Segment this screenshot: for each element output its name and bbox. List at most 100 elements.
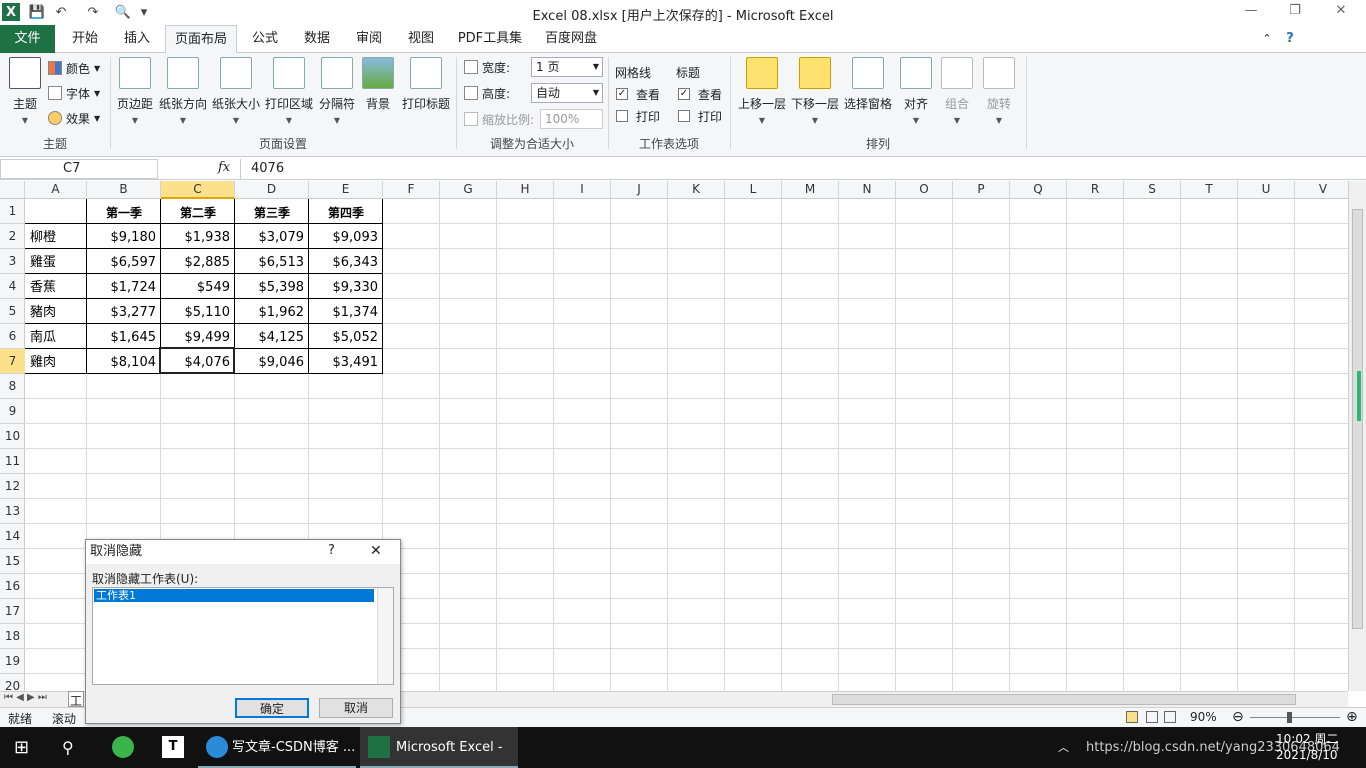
column-header-i[interactable]: I <box>554 181 611 199</box>
row-header-13[interactable]: 13 <box>0 499 25 524</box>
row-label-cell[interactable]: 豬肉 <box>25 299 87 324</box>
row-label-cell[interactable]: 香蕉 <box>25 274 87 299</box>
tab-pdf-tools[interactable]: PDF工具集 <box>452 25 528 53</box>
headings-print-checkbox[interactable]: 打印 <box>678 106 722 126</box>
theme-effects-button[interactable]: 效果 ▼ <box>48 108 100 128</box>
gridlines-print-checkbox[interactable]: 打印 <box>616 106 660 126</box>
zoom-level[interactable]: 90% <box>1190 710 1217 724</box>
column-header-g[interactable]: G <box>440 181 497 199</box>
normal-view-icon[interactable] <box>1126 711 1138 723</box>
row-header-4[interactable]: 4 <box>0 274 25 299</box>
tab-page-layout[interactable]: 页面布局 <box>165 25 237 54</box>
row-header-10[interactable]: 10 <box>0 424 25 449</box>
row-header-16[interactable]: 16 <box>0 574 25 599</box>
headings-view-checkbox[interactable]: ✓ 查看 <box>678 84 722 104</box>
sheet-list[interactable]: 工作表1 <box>92 587 394 685</box>
header-cell[interactable]: 第二季 <box>161 199 235 224</box>
breaks-button[interactable]: 分隔符 ▼ <box>317 57 357 125</box>
row-header-18[interactable]: 18 <box>0 624 25 649</box>
app-icon[interactable] <box>112 736 134 758</box>
name-box[interactable]: C7 <box>0 159 158 179</box>
clock-time[interactable]: 10:02 周二 <box>1276 730 1338 747</box>
taskbar-item-csdn[interactable]: 写文章-CSDN博客 ... <box>198 727 356 768</box>
zoom-slider[interactable] <box>1250 717 1340 718</box>
value-cell[interactable]: $9,046 <box>235 349 309 374</box>
minimize-button[interactable]: — <box>1236 3 1266 23</box>
row-header-11[interactable]: 11 <box>0 449 25 474</box>
value-cell[interactable]: $8,104 <box>87 349 161 374</box>
value-cell[interactable]: $5,398 <box>235 274 309 299</box>
selection-pane-button[interactable]: 选择窗格 <box>842 57 894 112</box>
row-header-14[interactable]: 14 <box>0 524 25 549</box>
column-header-t[interactable]: T <box>1181 181 1238 199</box>
tab-review[interactable]: 审阅 <box>346 25 392 53</box>
vertical-scrollbar[interactable] <box>1348 181 1366 691</box>
print-area-button[interactable]: 打印区域 ▼ <box>263 57 315 125</box>
column-header-r[interactable]: R <box>1067 181 1124 199</box>
size-button[interactable]: 纸张大小 ▼ <box>210 57 262 125</box>
zoom-in-icon[interactable]: ⊕ <box>1346 709 1358 725</box>
background-button[interactable]: 背景 <box>360 57 396 112</box>
value-cell[interactable]: $1,962 <box>235 299 309 324</box>
scale-spinner[interactable]: 100% <box>540 109 603 129</box>
value-cell[interactable]: $4,125 <box>235 324 309 349</box>
row-header-6[interactable]: 6 <box>0 324 25 349</box>
tab-baidu-netdisk[interactable]: 百度网盘 <box>536 25 606 53</box>
tab-data[interactable]: 数据 <box>294 25 340 53</box>
column-header-v[interactable]: V <box>1295 181 1352 199</box>
header-cell[interactable]: 第三季 <box>235 199 309 224</box>
value-cell[interactable]: $6,343 <box>309 249 383 274</box>
row-label-cell[interactable]: 雞蛋 <box>25 249 87 274</box>
value-cell[interactable]: $5,110 <box>161 299 235 324</box>
column-header-f[interactable]: F <box>383 181 440 199</box>
zoom-slider-thumb[interactable] <box>1287 712 1292 723</box>
row-header-15[interactable]: 15 <box>0 549 25 574</box>
row-header-5[interactable]: 5 <box>0 299 25 324</box>
theme-button[interactable]: 主题 ▼ <box>6 57 44 125</box>
row-label-cell[interactable]: 南瓜 <box>25 324 87 349</box>
value-cell[interactable]: $6,513 <box>235 249 309 274</box>
theme-fonts-button[interactable]: 字体 ▼ <box>48 83 100 103</box>
taskbar-item-excel[interactable]: Microsoft Excel - ... <box>360 727 518 768</box>
tab-file[interactable]: 文件 <box>0 25 55 53</box>
tab-view[interactable]: 视图 <box>398 25 444 53</box>
rotate-button[interactable]: 旋转 ▼ <box>982 57 1016 125</box>
value-cell[interactable]: $9,180 <box>87 224 161 249</box>
value-cell[interactable]: $3,079 <box>235 224 309 249</box>
list-item[interactable]: 工作表1 <box>93 588 375 603</box>
tray-chevron-icon[interactable]: ︿ <box>1058 727 1069 768</box>
close-button[interactable]: ✕ <box>1326 3 1356 23</box>
header-cell[interactable]: 第一季 <box>87 199 161 224</box>
horizontal-scroll-thumb[interactable] <box>832 694 1296 705</box>
dialog-close-button[interactable]: ✕ <box>370 543 382 559</box>
height-select[interactable]: 自动 ▼ <box>531 83 603 103</box>
windows-start-icon[interactable]: ⊞ <box>14 727 29 768</box>
value-cell[interactable]: $5,052 <box>309 324 383 349</box>
row-header-12[interactable]: 12 <box>0 474 25 499</box>
value-cell[interactable]: $549 <box>161 274 235 299</box>
column-header-u[interactable]: U <box>1238 181 1295 199</box>
orientation-button[interactable]: 纸张方向 ▼ <box>158 57 208 125</box>
value-cell[interactable]: $1,938 <box>161 224 235 249</box>
column-header-l[interactable]: L <box>725 181 782 199</box>
tab-home[interactable]: 开始 <box>62 25 108 53</box>
column-header-d[interactable]: D <box>235 181 309 199</box>
zoom-out-icon[interactable]: ⊖ <box>1232 709 1244 725</box>
sheet-nav-icons[interactable]: ⏮ ◀ ▶ ⏭ <box>4 692 47 703</box>
tab-formulas[interactable]: 公式 <box>242 25 288 53</box>
dialog-help-button[interactable]: ? <box>328 543 335 558</box>
align-button[interactable]: 对齐 ▼ <box>898 57 934 125</box>
tab-insert[interactable]: 插入 <box>114 25 160 53</box>
margins-button[interactable]: 页边距 ▼ <box>114 57 156 125</box>
column-header-s[interactable]: S <box>1124 181 1181 199</box>
column-header-h[interactable]: H <box>497 181 554 199</box>
row-header-8[interactable]: 8 <box>0 374 25 399</box>
clock-date[interactable]: 2021/8/10 <box>1276 748 1338 762</box>
column-header-e[interactable]: E <box>309 181 383 199</box>
value-cell[interactable]: $6,597 <box>87 249 161 274</box>
width-select[interactable]: 1 页 ▼ <box>531 57 603 77</box>
row-header-3[interactable]: 3 <box>0 249 25 274</box>
row-header-19[interactable]: 19 <box>0 649 25 674</box>
value-cell[interactable]: $9,499 <box>161 324 235 349</box>
column-header-a[interactable]: A <box>25 181 87 199</box>
